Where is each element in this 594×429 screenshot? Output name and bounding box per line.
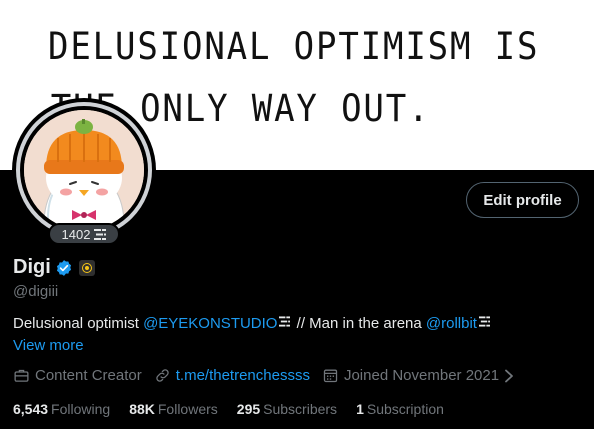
user-handle: @digiii (13, 283, 59, 300)
following-label: Following (51, 401, 111, 417)
link-icon (156, 369, 169, 382)
briefcase-icon (14, 369, 29, 382)
penguin-illustration (24, 110, 144, 230)
subscribers-label: Subscribers (263, 401, 338, 417)
subscription-stat[interactable]: 1 Subscription (356, 401, 444, 417)
level-badge[interactable]: 1402 (48, 223, 120, 245)
following-count: 6,543 (13, 401, 49, 417)
penguin-avatar-icon (24, 110, 144, 230)
edit-profile-button[interactable]: Edit profile (466, 182, 579, 218)
subscribers-stat[interactable]: 295 Subscribers (237, 401, 337, 417)
affiliate-badge-icon[interactable] (78, 259, 95, 276)
subscription-count: 1 (356, 401, 364, 417)
calendar-icon (323, 369, 338, 383)
followers-label: Followers (157, 401, 218, 417)
stack-icon (94, 228, 107, 240)
category-label: Content Creator (35, 367, 142, 384)
stack-icon (279, 316, 291, 327)
mention-eyekonstudio[interactable]: @EYEKONSTUDIO (143, 315, 277, 332)
stack-icon (478, 316, 490, 327)
followers-stat[interactable]: 88K Followers (129, 401, 218, 417)
website-link[interactable]: t.me/thetrenchessss (176, 367, 310, 384)
display-name: Digi (13, 256, 51, 278)
following-stat[interactable]: 6,543 Following (13, 401, 110, 417)
name-row: Digi (13, 256, 95, 279)
bio-text-2: // Man in the arena (292, 315, 426, 332)
verified-badge-icon[interactable] (55, 259, 73, 277)
chevron-right-icon (505, 369, 513, 382)
bio-text-1: Delusional optimist (13, 315, 144, 332)
bio: Delusional optimist @EYEKONSTUDIO // Man… (13, 315, 492, 332)
avatar-ring (16, 102, 152, 238)
banner-line-1: DELUSIONAL OPTIMISM IS (48, 25, 540, 68)
profile-meta: Content Creator t.me/thetrenchessss Join… (13, 367, 526, 384)
category-item: Content Creator (13, 367, 142, 384)
level-value: 1402 (61, 226, 91, 242)
subscription-label: Subscription (366, 401, 444, 417)
joined-item[interactable]: Joined November 2021 (322, 367, 514, 384)
view-more-link[interactable]: View more (13, 337, 84, 354)
profile-stats: 6,543 Following 88K Followers 295 Subscribe… (13, 401, 463, 417)
subscribers-count: 295 (236, 401, 261, 417)
website-item: t.me/thetrenchessss (154, 367, 310, 384)
mention-rollbit[interactable]: @rollbit (426, 315, 477, 332)
followers-count: 88K (129, 401, 155, 417)
avatar[interactable] (12, 98, 156, 242)
joined-date: Joined November 2021 (343, 367, 500, 384)
